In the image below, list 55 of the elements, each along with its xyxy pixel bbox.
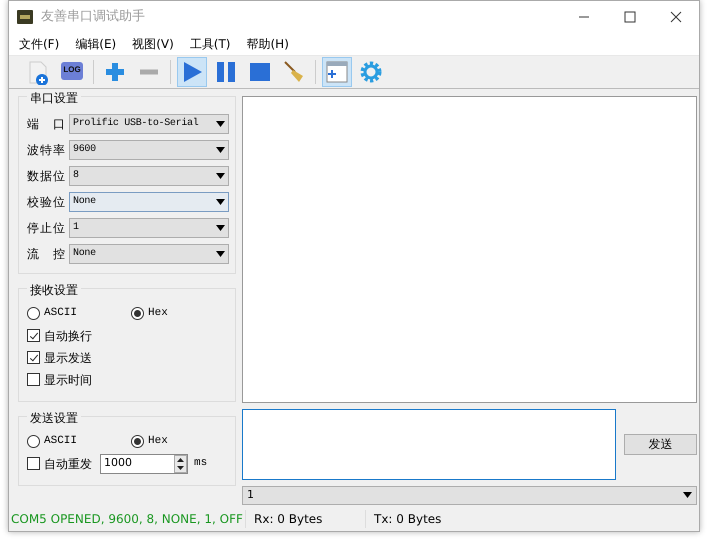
close-icon[interactable] xyxy=(669,11,683,23)
dropdown-arrow-icon xyxy=(216,250,225,257)
status-text: Tx: 0 Bytes xyxy=(365,510,442,528)
radio-label[interactable]: ASCII xyxy=(44,433,78,450)
dropdown-arrow-icon xyxy=(683,492,692,498)
field-label: 数据位 xyxy=(27,168,66,185)
checkbox-label[interactable]: 自动换行 xyxy=(44,326,92,345)
spin-arrows-icon[interactable] xyxy=(174,454,187,473)
menu-item[interactable]: 文件(F) xyxy=(11,35,68,54)
send-button[interactable]: 发送 xyxy=(624,434,697,455)
window-title: 友善串口调试助手 xyxy=(41,8,146,26)
dropdown-arrow-icon xyxy=(216,120,225,127)
dropdown[interactable]: 8 xyxy=(69,166,229,186)
checkbox-label[interactable]: 自动重发 xyxy=(44,454,92,473)
dropdown-arrow-icon xyxy=(216,172,225,179)
menu-item[interactable]: 帮助(H) xyxy=(238,35,297,54)
dropdown[interactable]: 1 xyxy=(69,218,229,238)
icon-label: LOG xyxy=(62,65,82,74)
radio-label[interactable]: Hex xyxy=(148,433,168,450)
unit-label: ms xyxy=(194,456,208,472)
dropdown[interactable]: 9600 xyxy=(69,140,229,160)
checkbox[interactable] xyxy=(27,329,40,342)
radio-button[interactable] xyxy=(131,435,144,448)
app-icon xyxy=(17,10,33,24)
status-text: COM5 OPENED, 9600, 8, NONE, 1, OFF xyxy=(10,511,244,528)
field-label: 校验位 xyxy=(27,194,66,211)
dropdown-arrow-icon xyxy=(216,224,225,231)
status-text: Rx: 0 Bytes xyxy=(245,510,365,528)
menu-item[interactable]: 视图(V) xyxy=(124,35,182,54)
spin-field[interactable]: 1000 xyxy=(100,454,188,474)
checkbox-label[interactable]: 显示发送 xyxy=(44,348,92,367)
checkbox[interactable] xyxy=(27,351,40,364)
checkbox[interactable] xyxy=(27,457,40,470)
field-label: 波特率 xyxy=(27,142,66,159)
menu-item[interactable]: 工具(T) xyxy=(182,35,238,54)
checkbox-label[interactable]: 显示时间 xyxy=(44,370,92,389)
maximize-icon[interactable] xyxy=(623,11,637,23)
log-button[interactable]: LOG xyxy=(57,57,87,88)
dropdown-arrow-icon xyxy=(216,146,225,153)
radio-button[interactable] xyxy=(27,307,40,320)
field-label: 端 口 xyxy=(27,116,66,133)
dropdown[interactable]: None xyxy=(69,192,229,212)
history-dropdown[interactable]: 1 xyxy=(242,486,697,505)
radio-label[interactable]: Hex xyxy=(148,305,168,322)
dropdown[interactable]: Prolific USB-to-Serial xyxy=(69,114,229,134)
checkbox[interactable] xyxy=(27,373,40,386)
dropdown[interactable]: None xyxy=(69,244,229,264)
radio-button[interactable] xyxy=(27,435,40,448)
send-input-field[interactable] xyxy=(242,408,616,480)
field-label: 流 控 xyxy=(27,246,66,263)
radio-button[interactable] xyxy=(131,307,144,320)
menu-item[interactable]: 编辑(E) xyxy=(67,35,124,54)
field-label: 停止位 xyxy=(27,220,66,237)
radio-label[interactable]: ASCII xyxy=(44,305,78,322)
dropdown-arrow-icon xyxy=(216,198,225,205)
